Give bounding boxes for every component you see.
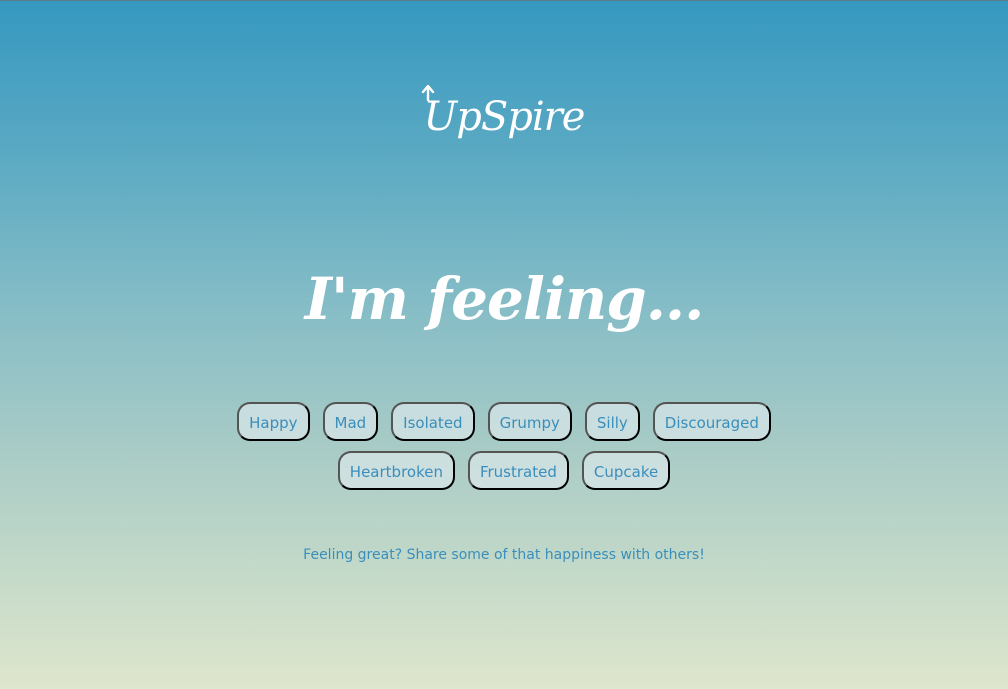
share-happiness-link[interactable]: Feeling great? Share some of that happin… (303, 547, 705, 563)
page-heading: I'm feeling... (304, 265, 705, 333)
mood-button-discouraged[interactable]: Discouraged (652, 402, 771, 441)
mood-list: Happy Mad Isolated Grumpy Silly Discoura… (232, 402, 776, 490)
mood-button-happy[interactable]: Happy (237, 402, 310, 441)
mood-button-frustrated[interactable]: Frustrated (467, 451, 569, 490)
mood-button-grumpy[interactable]: Grumpy (487, 402, 572, 441)
share-happiness-text: Feeling great? Share some of that happin… (0, 544, 1008, 566)
mood-button-silly[interactable]: Silly (584, 402, 640, 441)
brand-logo[interactable]: UpSpire (421, 85, 586, 149)
mood-button-mad[interactable]: Mad (322, 402, 379, 441)
brand-name: UpSpire (423, 94, 586, 140)
logo-container: UpSpire (0, 85, 1008, 149)
up-arrow-icon (421, 85, 434, 101)
mood-button-isolated[interactable]: Isolated (391, 402, 475, 441)
mood-button-cupcake[interactable]: Cupcake (581, 451, 671, 490)
mood-button-heartbroken[interactable]: Heartbroken (337, 451, 455, 490)
